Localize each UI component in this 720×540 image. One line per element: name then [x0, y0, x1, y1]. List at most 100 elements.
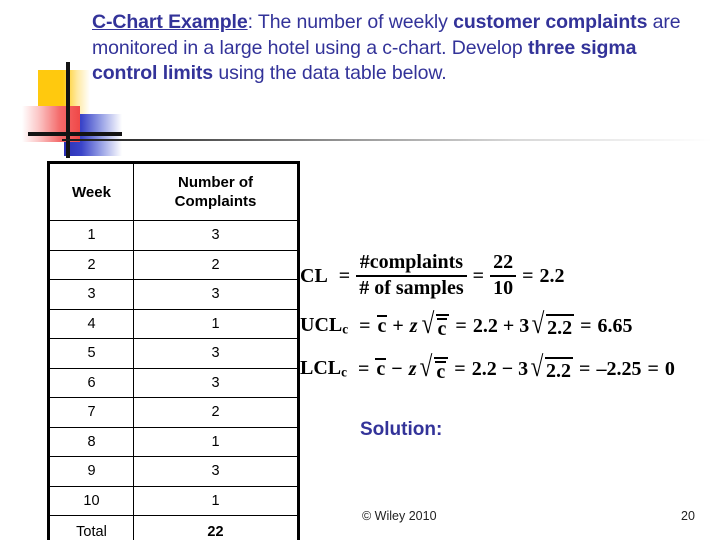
control-limit-formulas: CL = #complaints # of samples = 22 10 = …: [300, 248, 712, 389]
lcl-operator-minus-2: −: [501, 357, 514, 380]
total-value: 22: [133, 515, 299, 540]
ucl-radicand-cbar-text: c: [437, 317, 447, 340]
table-row: 9 3: [48, 456, 299, 487]
ucl-cbar: c: [376, 314, 388, 338]
horizontal-rule-icon: [28, 132, 122, 136]
table-row: 6 3: [48, 367, 299, 398]
lcl-radicand-cbar: c: [435, 360, 447, 384]
slide-canvas: C-Chart Example: The number of weekly cu…: [0, 0, 720, 540]
cl-fraction-words: #complaints # of samples: [356, 252, 467, 299]
cell-week: 2: [48, 249, 134, 280]
ucl-z-symbol: z: [409, 314, 418, 337]
lcl-radicand-cbar-text: c: [436, 360, 446, 383]
vertical-rule-icon: [66, 62, 70, 158]
cell-week: 1: [48, 220, 134, 251]
ucl-result: 6.65: [597, 314, 633, 337]
ucl-equals-1: =: [359, 314, 371, 337]
complaints-table: Week Number of Complaints 1 3 2 2 3 3 4: [47, 161, 300, 540]
lcl-label-text: LCL: [300, 357, 342, 380]
lcl-equals-4: =: [647, 357, 659, 380]
table-row: 4 1: [48, 308, 299, 339]
lcl-sqrt-1: √ c: [418, 350, 449, 384]
ucl-z-value: 3: [519, 314, 530, 337]
formula-upper-control-limit: UCLc = c + z √ c = 2.2 + 3 √ 2.2 = 6.65: [300, 306, 712, 346]
cl-fraction-numbers: 22 10: [490, 251, 517, 299]
ucl-label-text: UCL: [300, 314, 343, 337]
ucl-radicand-1: c: [435, 313, 450, 341]
title-segment-1: : The number of weekly: [247, 11, 454, 33]
cell-week: 3: [48, 279, 134, 310]
ucl-sqrt-1: √ c: [420, 307, 450, 341]
table-header-row: Week Number of Complaints: [48, 162, 299, 221]
title-segment-3: using the data table below.: [213, 62, 447, 84]
lcl-cbar: c: [375, 357, 387, 381]
cell-complaints: 3: [133, 367, 299, 398]
lcl-equals-1: =: [357, 357, 370, 380]
cl-label: CL: [300, 264, 328, 287]
cl-numerator-value: 22: [493, 251, 514, 274]
lcl-result: 0: [664, 357, 675, 380]
table-row: 8 1: [48, 426, 299, 457]
ucl-cbar-text: c: [377, 315, 387, 337]
cell-complaints: 1: [133, 308, 299, 339]
cl-equals-3: =: [522, 264, 534, 287]
cl-equals-1: =: [338, 264, 351, 287]
cl-denominator-value: 10: [493, 277, 514, 299]
lcl-equals-3: =: [579, 357, 591, 380]
lcl-subscript: c: [341, 364, 347, 380]
table-row: 10 1: [48, 485, 299, 516]
lcl-value: 2.2: [471, 357, 497, 380]
cell-week: 9: [48, 456, 134, 487]
lcl-z-value: 3: [518, 357, 529, 380]
total-label: Total: [48, 515, 134, 540]
radical-icon: √: [421, 307, 434, 340]
radical-icon: √: [531, 308, 545, 340]
yellow-square-icon: [38, 70, 90, 115]
cell-complaints: 3: [133, 279, 299, 310]
lcl-operator-minus: −: [391, 357, 403, 380]
radical-icon: √: [530, 351, 544, 383]
solution-label: Solution:: [360, 419, 443, 440]
lcl-z-symbol: z: [408, 357, 417, 380]
cl-equals-2: =: [472, 264, 485, 287]
table-row: 1 3: [48, 220, 299, 251]
title-bold-customer-complaints: customer complaints: [453, 11, 648, 33]
cell-complaints: 1: [133, 426, 299, 457]
lcl-equals-2: =: [454, 357, 466, 380]
cell-complaints: 3: [133, 338, 299, 369]
cell-complaints: 1: [133, 485, 299, 516]
ucl-operator-plus: +: [392, 314, 404, 337]
table-row: 7 2: [48, 397, 299, 428]
table-row: 3 3: [48, 279, 299, 310]
cell-week: 4: [48, 308, 134, 339]
ucl-value: 2.2: [472, 314, 498, 337]
ucl-equals-3: =: [580, 314, 592, 337]
formula-lower-control-limit: LCLc = c − z √ c = 2.2 − 3 √ 2.2 = –2.25 =…: [300, 349, 712, 389]
ucl-radicand-cbar: c: [436, 317, 448, 341]
cell-complaints: 3: [133, 456, 299, 487]
ucl-radicand-2: 2.2: [546, 314, 575, 340]
lcl-cbar-text: c: [376, 358, 386, 380]
lcl-label: LCLc: [300, 357, 347, 380]
table-row: 2 2: [48, 249, 299, 280]
ucl-subscript: c: [342, 321, 349, 337]
table-total-row: Total 22: [48, 515, 299, 540]
slide-title: C-Chart Example: The number of weekly cu…: [92, 10, 706, 87]
footer-copyright: © Wiley 2010: [362, 509, 437, 523]
title-example-label: C-Chart Example: [92, 11, 248, 33]
cell-week: 8: [48, 426, 134, 457]
cell-week: 10: [48, 485, 134, 516]
cell-complaints: 2: [133, 397, 299, 428]
lcl-intermediate: –2.25: [596, 357, 642, 380]
lcl-sqrt-2: √ 2.2: [529, 351, 574, 383]
radical-icon: √: [420, 350, 433, 383]
blue-square-icon: [64, 114, 122, 156]
ucl-sqrt-2: √ 2.2: [530, 308, 575, 340]
complaints-table-wrapper: Week Number of Complaints 1 3 2 2 3 3 4: [47, 161, 300, 540]
table-row: 5 3: [48, 338, 299, 369]
cell-week: 5: [48, 338, 134, 369]
ucl-equals-2: =: [455, 314, 467, 337]
cl-denominator-text: # of samples: [359, 277, 464, 299]
formula-center-line: CL = #complaints # of samples = 22 10 = …: [300, 248, 712, 304]
cell-week: 7: [48, 397, 134, 428]
